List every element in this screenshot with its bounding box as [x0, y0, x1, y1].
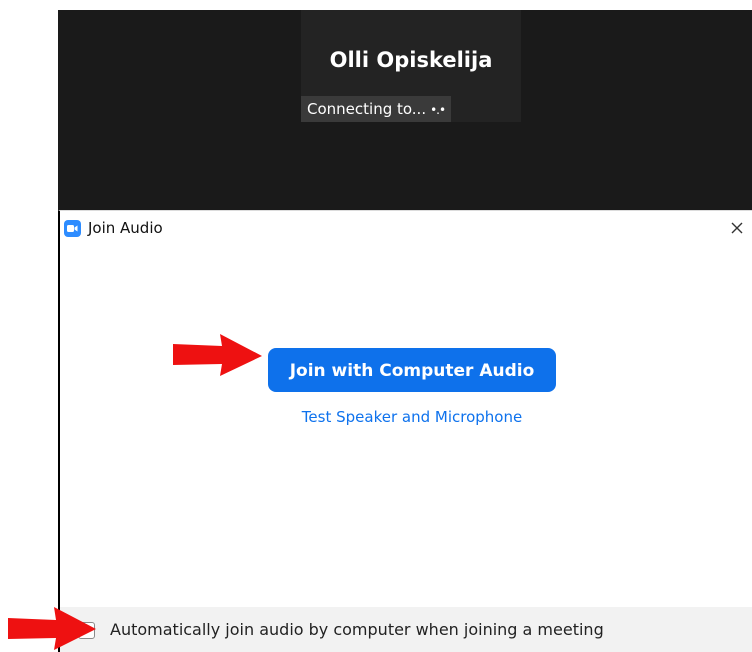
red-arrow-icon — [8, 607, 96, 650]
connection-status: Connecting to... •.• — [301, 96, 452, 122]
test-speaker-and-microphone-link[interactable]: Test Speaker and Microphone — [60, 408, 752, 426]
auto-join-audio-label[interactable]: Automatically join audio by computer whe… — [110, 620, 604, 639]
dialog-titlebar: Join Audio — [60, 211, 752, 243]
close-icon — [731, 222, 743, 234]
participant-tile: Olli Opiskelija Connecting to... •.• — [301, 10, 521, 122]
dialog-footer: Automatically join audio by computer whe… — [60, 607, 752, 652]
connection-status-text: Connecting to... — [307, 100, 427, 118]
join-audio-dialog: Join Audio Join with Computer Audio Test… — [58, 210, 752, 652]
dialog-title: Join Audio — [88, 219, 163, 237]
connection-dots: •.• — [430, 103, 446, 117]
red-arrow-icon — [173, 334, 262, 376]
participant-name: Olli Opiskelija — [329, 48, 493, 72]
video-area: Olli Opiskelija Connecting to... •.• — [58, 10, 752, 210]
join-with-computer-audio-button[interactable]: Join with Computer Audio — [268, 348, 556, 392]
test-link-label: Test Speaker and Microphone — [301, 408, 523, 426]
zoom-camera-icon — [64, 220, 81, 237]
close-button[interactable] — [726, 217, 748, 239]
zoom-window: Olli Opiskelija Connecting to... •.• Join… — [0, 0, 752, 652]
